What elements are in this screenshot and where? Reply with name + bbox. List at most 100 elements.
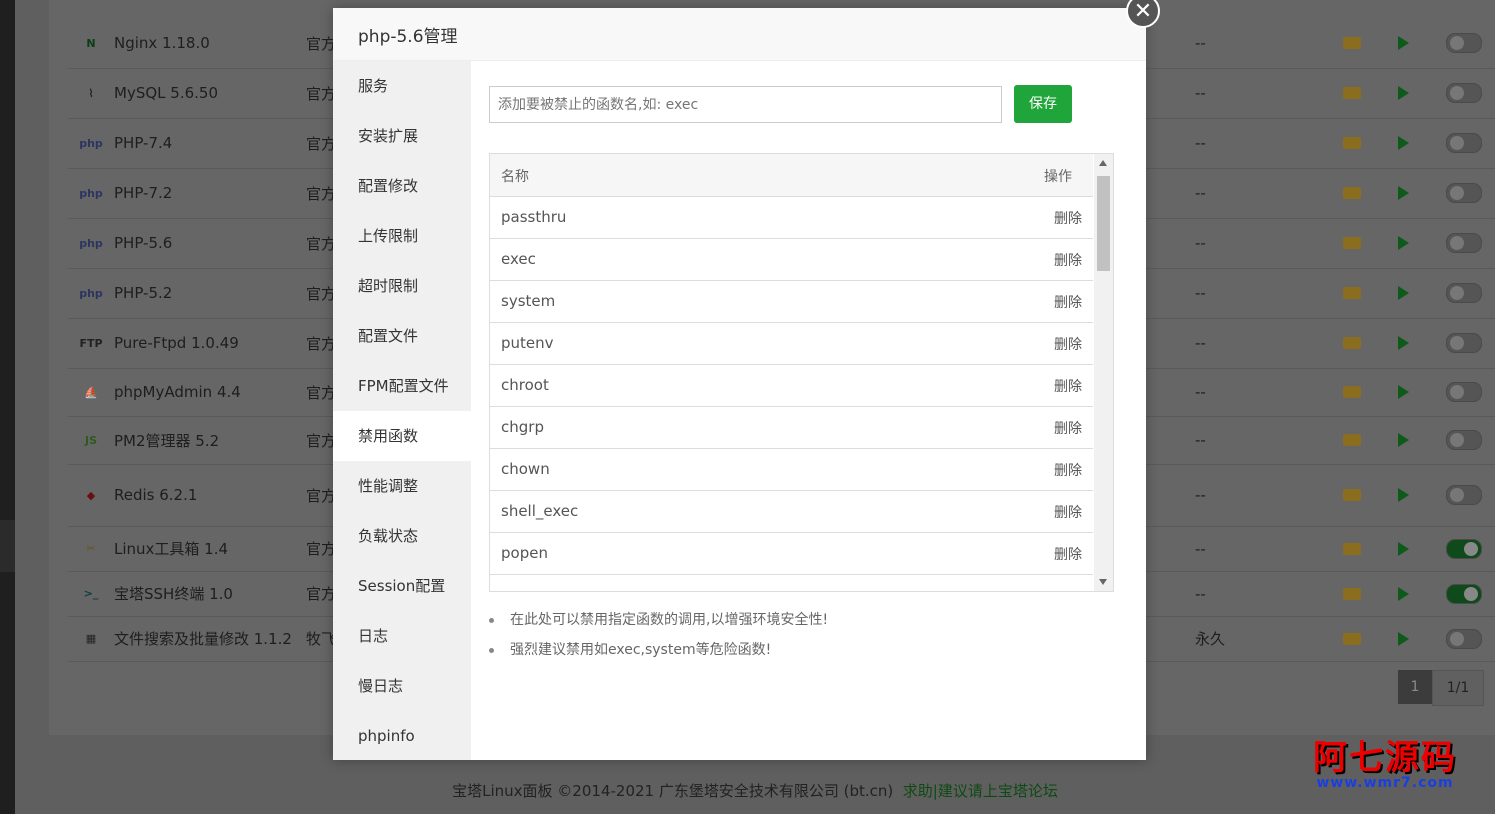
homepage-toggle[interactable] xyxy=(1446,68,1482,118)
plugin-name: PHP-7.4 xyxy=(114,134,173,152)
homepage-toggle[interactable] xyxy=(1446,526,1482,571)
plugin-developer: 官方 xyxy=(306,84,337,103)
homepage-toggle[interactable] xyxy=(1446,218,1482,268)
plugin-developer: 官方 xyxy=(306,284,337,303)
file-search-icon: ▦ xyxy=(85,632,97,645)
plugin-expire: -- xyxy=(1195,34,1206,52)
homepage-toggle[interactable] xyxy=(1446,318,1482,368)
folder-icon[interactable] xyxy=(1343,218,1365,268)
play-icon[interactable] xyxy=(1398,416,1412,464)
homepage-toggle[interactable] xyxy=(1446,416,1482,464)
menu-item[interactable]: phpinfo xyxy=(333,711,471,761)
menu-item[interactable]: 慢日志 xyxy=(333,661,471,711)
play-icon[interactable] xyxy=(1398,464,1412,526)
plugin-name-cell: ▦ 文件搜索及批量修改 1.1.2 xyxy=(78,616,292,661)
folder-icon[interactable] xyxy=(1343,526,1365,571)
play-icon[interactable] xyxy=(1398,318,1412,368)
delete-link[interactable]: 删除 xyxy=(1054,208,1082,228)
function-name-input[interactable] xyxy=(489,86,1002,123)
plugin-developer: 官方 xyxy=(306,234,337,253)
plugin-expire: -- xyxy=(1195,383,1206,401)
scroll-down-icon[interactable] xyxy=(1099,579,1107,585)
delete-link[interactable]: 删除 xyxy=(1054,544,1082,564)
plugin-developer: 牧飞 xyxy=(306,630,337,648)
table-scrollbar[interactable] xyxy=(1094,154,1113,591)
play-icon[interactable] xyxy=(1398,268,1412,318)
menu-item[interactable]: FPM配置文件 xyxy=(333,361,471,411)
homepage-toggle[interactable] xyxy=(1446,368,1482,416)
folder-icon[interactable] xyxy=(1343,616,1365,661)
menu-item[interactable]: 禁用函数 xyxy=(333,411,471,461)
delete-link[interactable]: 删除 xyxy=(1054,418,1082,438)
function-name: popen xyxy=(501,544,548,562)
left-sidebar-strip xyxy=(0,0,15,814)
homepage-toggle[interactable] xyxy=(1446,464,1482,526)
play-icon[interactable] xyxy=(1398,218,1412,268)
homepage-toggle[interactable] xyxy=(1446,268,1482,318)
play-icon[interactable] xyxy=(1398,526,1412,571)
scroll-up-icon[interactable] xyxy=(1099,160,1107,166)
folder-icon[interactable] xyxy=(1343,416,1365,464)
scroll-thumb[interactable] xyxy=(1097,176,1110,271)
plugin-expire: -- xyxy=(1195,284,1206,302)
menu-item[interactable]: 配置修改 xyxy=(333,161,471,211)
phpmyadmin-icon: ⛵ xyxy=(84,385,98,399)
play-icon[interactable] xyxy=(1398,571,1412,616)
menu-item[interactable]: 上传限制 xyxy=(333,211,471,261)
folder-icon[interactable] xyxy=(1343,168,1365,218)
table-row: passthru 删除 xyxy=(490,197,1093,239)
watermark-title: 阿七源码 xyxy=(1313,738,1457,778)
play-icon[interactable] xyxy=(1398,616,1412,661)
homepage-toggle[interactable] xyxy=(1446,18,1482,68)
homepage-toggle[interactable] xyxy=(1446,616,1482,661)
plugin-name: Linux工具箱 1.4 xyxy=(114,540,229,558)
terminal-icon: >_ xyxy=(83,587,99,600)
delete-link[interactable]: 删除 xyxy=(1054,334,1082,354)
folder-icon[interactable] xyxy=(1343,118,1365,168)
plugin-developer: 官方 xyxy=(306,431,337,450)
homepage-toggle[interactable] xyxy=(1446,571,1482,616)
menu-item[interactable]: 配置文件 xyxy=(333,311,471,361)
play-icon[interactable] xyxy=(1398,68,1412,118)
plugin-name: Redis 6.2.1 xyxy=(114,486,198,504)
delete-link[interactable]: 删除 xyxy=(1054,502,1082,522)
save-button[interactable]: 保存 xyxy=(1014,85,1072,123)
plugin-developer: 官方 xyxy=(306,184,337,203)
folder-icon[interactable] xyxy=(1343,368,1365,416)
menu-item[interactable]: 性能调整 xyxy=(333,461,471,511)
menu-item[interactable]: 服务 xyxy=(333,61,471,111)
play-icon[interactable] xyxy=(1398,118,1412,168)
homepage-toggle[interactable] xyxy=(1446,168,1482,218)
footer: 宝塔Linux面板 ©2014-2021 广东堡塔安全技术有限公司 (bt.cn… xyxy=(15,780,1495,801)
table-row: putenv 删除 xyxy=(490,323,1093,365)
pager-current[interactable]: 1 xyxy=(1398,670,1432,704)
play-icon[interactable] xyxy=(1398,18,1412,68)
delete-link[interactable]: 删除 xyxy=(1054,460,1082,480)
plugin-developer: 官方 xyxy=(306,334,337,353)
footer-help-link[interactable]: 求助|建议请上宝塔论坛 xyxy=(903,782,1058,800)
folder-icon[interactable] xyxy=(1343,18,1365,68)
menu-item[interactable]: 日志 xyxy=(333,611,471,661)
folder-icon[interactable] xyxy=(1343,464,1365,526)
folder-icon[interactable] xyxy=(1343,68,1365,118)
delete-link[interactable]: 删除 xyxy=(1054,376,1082,396)
delete-link[interactable]: 删除 xyxy=(1054,292,1082,312)
homepage-toggle[interactable] xyxy=(1446,118,1482,168)
delete-link[interactable]: 删除 xyxy=(1054,250,1082,270)
folder-icon[interactable] xyxy=(1343,571,1365,616)
plugin-name-cell: ⌇ MySQL 5.6.50 xyxy=(78,68,218,118)
plugin-name: MySQL 5.6.50 xyxy=(114,84,218,102)
plugin-name-cell: N Nginx 1.18.0 xyxy=(78,18,209,68)
plugin-expire: 永久 xyxy=(1195,630,1226,648)
watermark-url: www.wmr7.com xyxy=(1316,775,1454,791)
plugin-name: phpMyAdmin 4.4 xyxy=(114,383,241,401)
menu-item[interactable]: Session配置 xyxy=(333,561,471,611)
folder-icon[interactable] xyxy=(1343,268,1365,318)
menu-item[interactable]: 负载状态 xyxy=(333,511,471,561)
play-icon[interactable] xyxy=(1398,368,1412,416)
play-icon[interactable] xyxy=(1398,168,1412,218)
menu-item[interactable]: 安装扩展 xyxy=(333,111,471,161)
folder-icon[interactable] xyxy=(1343,318,1365,368)
redis-icon: ◆ xyxy=(86,488,96,502)
menu-item[interactable]: 超时限制 xyxy=(333,261,471,311)
